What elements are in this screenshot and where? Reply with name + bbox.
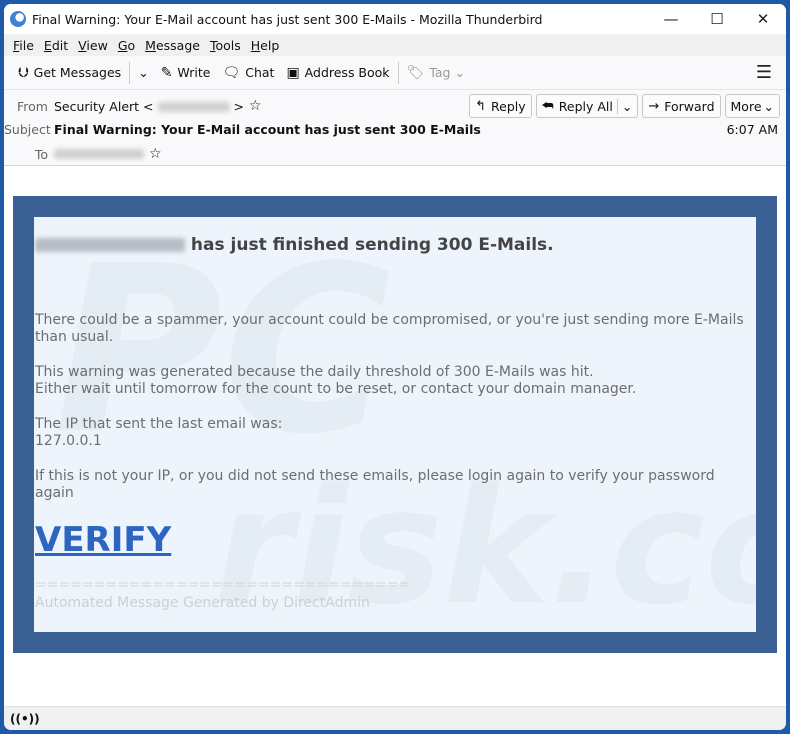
- get-messages-label: Get Messages: [33, 65, 122, 80]
- pencil-icon: ✎: [160, 64, 173, 81]
- forward-button[interactable]: → Forward: [642, 94, 721, 118]
- download-icon: ⮋: [18, 64, 29, 81]
- chevron-down-icon: ⌄: [763, 98, 774, 114]
- title-bar: Final Warning: Your E-Mail account has j…: [4, 4, 786, 34]
- from-value[interactable]: Security Alert < >: [54, 99, 244, 114]
- more-button[interactable]: More ⌄: [724, 94, 780, 118]
- write-button[interactable]: ✎ Write: [155, 60, 217, 86]
- message-body: PC risk.com has just finished sending 30…: [4, 167, 786, 707]
- menu-go[interactable]: Go: [113, 38, 140, 53]
- sender-name: Security Alert <: [54, 98, 154, 114]
- redacted-sender-email: [157, 102, 230, 112]
- subject-label: Subject: [4, 122, 51, 137]
- paragraph-spammer: There could be a spammer, your account c…: [35, 312, 744, 345]
- window-title: Final Warning: Your E-Mail account has j…: [32, 11, 543, 27]
- forward-label: Forward: [664, 98, 715, 114]
- menu-accel: H: [250, 37, 261, 53]
- sender-bracket: >: [233, 98, 244, 114]
- menu-label: dit: [51, 37, 69, 53]
- email-panel: PC risk.com has just finished sending 30…: [34, 217, 756, 632]
- online-status-icon[interactable]: ((•)): [10, 712, 40, 726]
- reply-icon: ↰: [475, 98, 487, 114]
- paragraph-wait: Either wait until tomorrow for the count…: [35, 381, 637, 397]
- chat-label: Chat: [245, 65, 275, 80]
- close-button[interactable]: ✕: [740, 4, 786, 34]
- star-icon[interactable]: ☆: [249, 98, 262, 114]
- menu-accel: E: [43, 37, 52, 53]
- write-label: Write: [177, 65, 211, 80]
- subject-row: Subject Final Warning: Your E-Mail accou…: [4, 122, 481, 137]
- headline-text: has just finished sending 300 E-Mails.: [190, 235, 554, 255]
- toolbar-divider: [129, 61, 131, 84]
- menu-bar: File Edit View Go Message Tools Help: [4, 34, 786, 56]
- email-frame: PC risk.com has just finished sending 30…: [13, 196, 777, 653]
- menu-help[interactable]: Help: [246, 38, 285, 53]
- menu-label: o: [127, 37, 136, 53]
- to-label: To: [34, 146, 48, 162]
- subject-value: Final Warning: Your E-Mail account has j…: [54, 122, 481, 137]
- chat-button[interactable]: 🗨 Chat: [216, 60, 280, 86]
- address-book-button[interactable]: ▣ Address Book: [280, 60, 395, 86]
- menu-accel: M: [145, 37, 156, 53]
- chevron-down-icon: ⌄: [138, 65, 149, 80]
- menu-label: elp: [260, 37, 280, 53]
- tag-icon: 🏷: [406, 64, 425, 81]
- status-bar: ((•)): [4, 706, 786, 730]
- paragraph-threshold: This warning was generated because the d…: [35, 364, 594, 380]
- app-menu-button[interactable]: ☰: [756, 62, 772, 83]
- tag-label: Tag: [429, 65, 451, 80]
- paragraph-ip-value: 127.0.0.1: [35, 433, 102, 449]
- minimize-button[interactable]: —: [648, 4, 694, 34]
- to-row: To ☆: [4, 146, 162, 162]
- menu-view[interactable]: View: [73, 38, 113, 53]
- message-time: 6:07 AM: [726, 122, 778, 137]
- email-headline: has just finished sending 300 E-Mails.: [35, 237, 554, 254]
- paragraph-login: If this is not your IP, or you did not s…: [35, 468, 715, 501]
- menu-accel: G: [117, 37, 128, 53]
- forward-arrow-icon: →: [648, 98, 660, 114]
- reply-button[interactable]: ↰ Reply: [469, 94, 532, 118]
- menu-file[interactable]: File: [8, 38, 39, 53]
- menu-label: ools: [215, 37, 241, 53]
- chevron-down-icon[interactable]: ⌄: [616, 98, 632, 114]
- address-book-label: Address Book: [304, 65, 390, 80]
- address-book-icon: ▣: [286, 64, 300, 81]
- menu-label: essage: [155, 37, 200, 53]
- toolbar-divider: [397, 61, 399, 84]
- main-toolbar: ⮋ Get Messages ⌄ ✎ Write 🗨 Chat ▣ Addres…: [4, 56, 786, 90]
- chat-bubble-icon: 🗨: [222, 64, 241, 81]
- redacted-recipient-email[interactable]: [54, 149, 144, 159]
- reply-all-icon: ⮪: [541, 98, 554, 114]
- paragraph-ip-label: The IP that sent the last email was:: [35, 416, 283, 432]
- thunderbird-logo-icon: [10, 11, 26, 27]
- reply-all-button[interactable]: ⮪ Reply All ⌄: [535, 94, 639, 118]
- get-messages-button[interactable]: ⮋ Get Messages: [12, 60, 127, 86]
- chevron-down-icon: ⌄: [454, 65, 465, 80]
- tag-button[interactable]: 🏷 Tag ⌄: [401, 60, 471, 86]
- reply-all-label: Reply All: [558, 98, 613, 114]
- get-messages-dropdown[interactable]: ⌄: [132, 60, 154, 86]
- thunderbird-window: Final Warning: Your E-Mail account has j…: [4, 4, 786, 730]
- star-icon[interactable]: ☆: [149, 146, 162, 162]
- menu-tools[interactable]: Tools: [205, 38, 246, 53]
- more-label: More: [730, 98, 762, 114]
- verify-link[interactable]: VERIFY: [35, 521, 171, 559]
- maximize-button[interactable]: ☐: [694, 4, 740, 34]
- message-actions: ↰ Reply ⮪ Reply All ⌄ → Forward More ⌄: [469, 94, 780, 118]
- footer-separator: ================================: [35, 577, 411, 593]
- from-row: From Security Alert < > ☆: [4, 98, 262, 114]
- reply-label: Reply: [491, 98, 526, 114]
- menu-message[interactable]: Message: [140, 38, 205, 53]
- from-label: From: [17, 98, 48, 114]
- redacted-email-address: [35, 238, 185, 252]
- menu-edit[interactable]: Edit: [39, 38, 73, 53]
- message-header: From Security Alert < > ☆ Subject Final …: [4, 90, 786, 166]
- footer-text: Automated Message Generated by DirectAdm…: [35, 595, 370, 611]
- menu-label: ile: [19, 37, 34, 53]
- menu-label: iew: [86, 37, 108, 53]
